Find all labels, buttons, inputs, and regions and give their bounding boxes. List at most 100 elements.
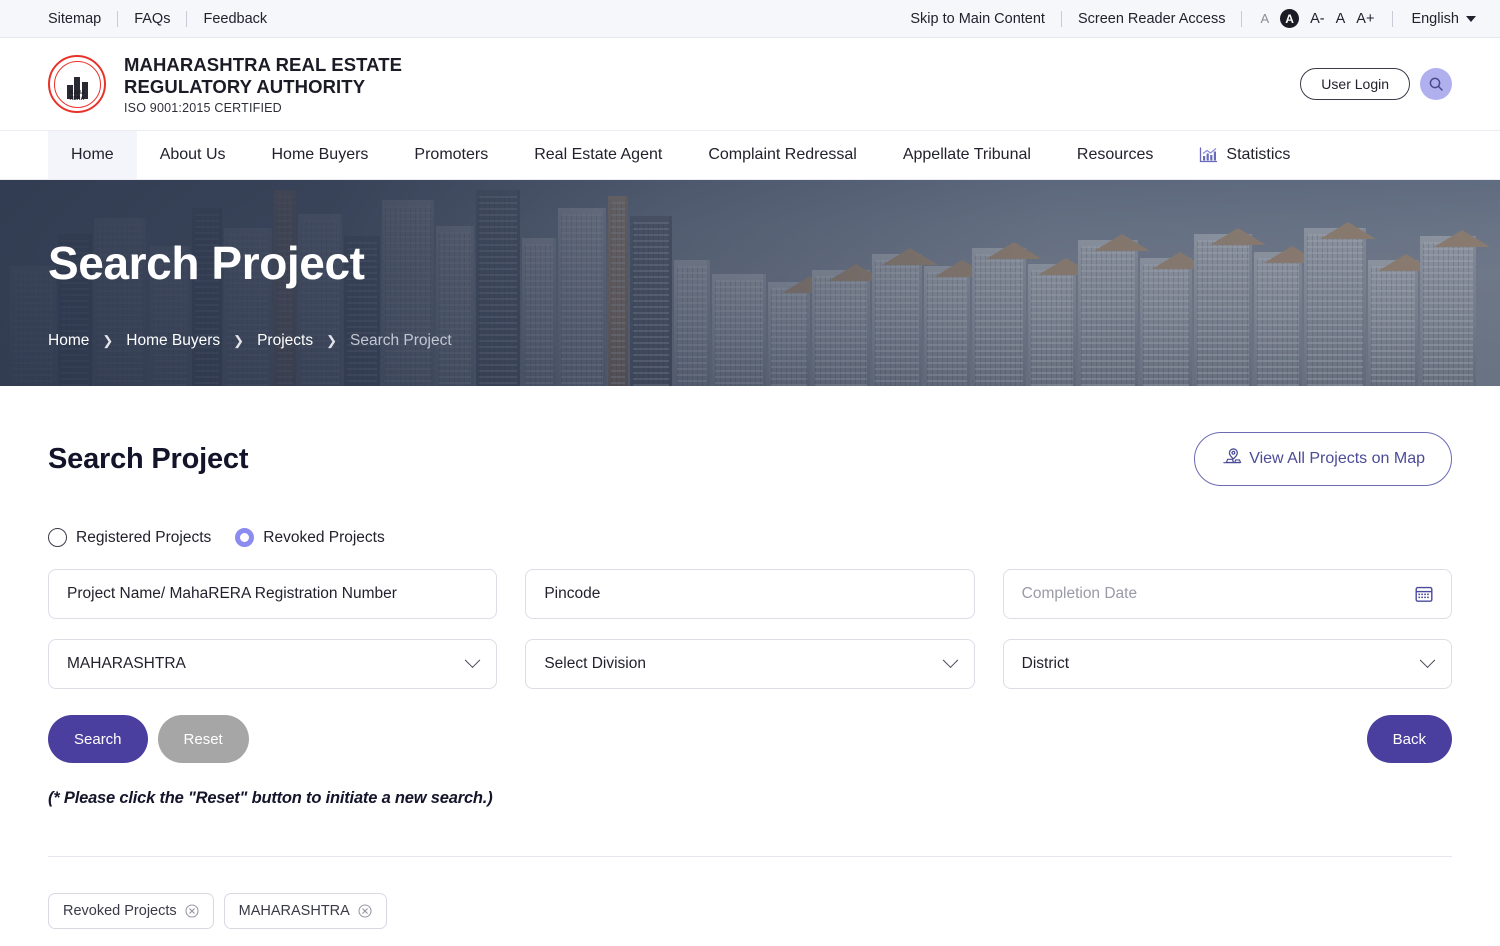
section-divider	[48, 856, 1452, 857]
utility-bar-left: Sitemap FAQs Feedback	[48, 10, 283, 27]
reset-note: (* Please click the "Reset" button to in…	[48, 789, 493, 807]
filter-chip-maharashtra: MAHARASHTRA	[223, 893, 387, 929]
nav-item-about-us[interactable]: About Us	[137, 131, 249, 179]
nav-item-home[interactable]: Home	[48, 131, 137, 179]
map-pin-icon	[1221, 446, 1243, 472]
close-icon[interactable]	[358, 904, 372, 918]
project-name-input[interactable]: Project Name/ MahaRERA Registration Numb…	[48, 569, 498, 619]
nav-label: Home	[71, 146, 114, 163]
hero-content: Search Project Home ❯ Home Buyers ❯ Proj…	[0, 180, 1500, 386]
nav-label: Home Buyers	[271, 146, 369, 163]
skip-to-main-content-link[interactable]: Skip to Main Content	[910, 11, 1061, 27]
nav-item-home-buyers[interactable]: Home Buyers	[249, 131, 392, 179]
completion-date-placeholder: Completion Date	[1021, 585, 1138, 602]
breadcrumb: Home ❯ Home Buyers ❯ Projects ❯ Search P…	[48, 332, 1452, 350]
breadcrumb-item-search-project: Search Project	[349, 332, 452, 349]
statistics-chart-icon	[1199, 146, 1218, 164]
high-contrast-icon[interactable]: A	[1280, 9, 1300, 28]
filter-chip-revoked-projects: Revoked Projects	[48, 893, 214, 929]
nav-item-statistics[interactable]: Statistics	[1176, 131, 1313, 179]
district-select[interactable]: District	[1002, 639, 1452, 689]
breadcrumb-item-projects[interactable]: Projects	[257, 332, 313, 350]
map-button-label: View All Projects on Map	[1249, 450, 1425, 467]
completion-date-input[interactable]: Completion Date	[1002, 569, 1452, 619]
utility-bar: Sitemap FAQs Feedback Skip to Main Conte…	[0, 0, 1500, 38]
chevron-down-icon	[465, 651, 481, 668]
chip-label: MAHARASHTRA	[238, 903, 350, 919]
screen-reader-access-link[interactable]: Screen Reader Access	[1062, 11, 1242, 27]
chevron-right-icon: ❯	[233, 333, 245, 348]
nav-item-promoters[interactable]: Promoters	[391, 131, 511, 179]
nav-item-complaint-redressal[interactable]: Complaint Redressal	[685, 131, 880, 179]
maharera-logo-icon: MAHA RERA	[48, 55, 106, 113]
nav-label: Appellate Tribunal	[902, 146, 1031, 163]
search-button[interactable]	[1420, 68, 1452, 100]
state-select[interactable]: MAHARASHTRA	[48, 639, 498, 689]
reset-button[interactable]: Reset	[157, 715, 249, 763]
division-value: Select Division	[544, 655, 646, 672]
chevron-down-icon	[942, 651, 958, 668]
active-filter-chips: Revoked Projects MAHARASHTRA	[48, 893, 1452, 929]
radio-revoked-projects[interactable]: Revoked Projects	[235, 528, 385, 547]
sitemap-link[interactable]: Sitemap	[48, 11, 117, 27]
chip-label: Revoked Projects	[63, 903, 177, 919]
state-value: MAHARASHTRA	[67, 655, 186, 672]
back-button[interactable]: Back	[1366, 715, 1452, 763]
hero-banner: Search Project Home ❯ Home Buyers ❯ Proj…	[0, 180, 1500, 386]
logo-text: MAHA RERA	[69, 90, 85, 102]
radio-icon-unchecked[interactable]	[48, 528, 67, 547]
nav-item-appellate-tribunal[interactable]: Appellate Tribunal	[880, 131, 1054, 179]
main-content: Search Project View All Projects on Map …	[0, 432, 1500, 929]
language-label: English	[1411, 10, 1459, 27]
font-increase-button[interactable]: A+	[1356, 11, 1374, 27]
calendar-icon[interactable]	[1415, 585, 1433, 603]
faqs-link[interactable]: FAQs	[118, 11, 186, 27]
hero-title: Search Project	[48, 237, 365, 289]
main-navigation: Home About Us Home Buyers Promoters Real…	[0, 130, 1500, 180]
radio-icon-checked[interactable]	[235, 528, 255, 547]
font-normal-button[interactable]: A	[1336, 11, 1346, 27]
radio-label: Registered Projects	[76, 528, 212, 546]
chevron-right-icon: ❯	[102, 333, 114, 348]
nav-label: About Us	[159, 146, 226, 163]
site-header: MAHA RERA MAHARASHTRA REAL ESTATE REGULA…	[0, 38, 1500, 130]
pincode-placeholder: Pincode	[544, 585, 601, 602]
project-name-placeholder: Project Name/ MahaRERA Registration Numb…	[67, 585, 397, 602]
search-button-submit[interactable]: Search	[48, 715, 148, 763]
breadcrumb-item-home[interactable]: Home	[48, 332, 89, 350]
accessibility-controls: A A A- A A+	[1242, 9, 1392, 28]
language-selector[interactable]: English	[1393, 11, 1476, 27]
brand[interactable]: MAHA RERA MAHARASHTRA REAL ESTATE REGULA…	[48, 54, 402, 115]
font-size-small-icon[interactable]: A	[1260, 11, 1269, 26]
brand-text: MAHARASHTRA REAL ESTATE REGULATORY AUTHO…	[124, 54, 402, 115]
nav-label: Promoters	[414, 146, 489, 163]
close-icon[interactable]	[185, 904, 199, 918]
nav-item-real-estate-agent[interactable]: Real Estate Agent	[511, 131, 685, 179]
project-type-radio-group: Registered Projects Revoked Projects	[48, 528, 1452, 547]
search-icon	[1429, 77, 1443, 91]
breadcrumb-item-home-buyers[interactable]: Home Buyers	[126, 332, 220, 350]
radio-registered-projects[interactable]: Registered Projects	[48, 528, 211, 547]
division-select[interactable]: Select Division	[525, 639, 975, 689]
brand-subtitle: ISO 9001:2015 CERTIFIED	[124, 100, 282, 115]
form-actions: Search Reset Back	[48, 715, 1452, 763]
brand-title-line2: REGULATORY AUTHORITY	[124, 75, 366, 97]
district-value: District	[1021, 655, 1070, 672]
nav-item-resources[interactable]: Resources	[1054, 131, 1176, 179]
font-decrease-button[interactable]: A-	[1310, 11, 1325, 27]
header-actions: User Login	[1300, 68, 1452, 100]
pincode-input[interactable]: Pincode	[525, 569, 975, 619]
radio-label: Revoked Projects	[263, 528, 385, 546]
nav-label: Complaint Redressal	[708, 146, 857, 163]
feedback-link[interactable]: Feedback	[187, 11, 283, 27]
search-form: Project Name/ MahaRERA Registration Numb…	[48, 569, 1452, 689]
chevron-right-icon: ❯	[326, 333, 337, 348]
utility-bar-right: Skip to Main Content Screen Reader Acces…	[910, 9, 1476, 28]
user-login-button[interactable]: User Login	[1300, 68, 1410, 100]
nav-label: Statistics	[1226, 146, 1291, 163]
nav-label: Resources	[1076, 146, 1154, 163]
brand-title-line1: MAHARASHTRA REAL ESTATE	[124, 53, 403, 75]
chevron-down-icon	[1419, 651, 1436, 668]
page-title: Search Project	[48, 442, 249, 475]
view-all-projects-on-map-button[interactable]: View All Projects on Map	[1194, 432, 1452, 486]
